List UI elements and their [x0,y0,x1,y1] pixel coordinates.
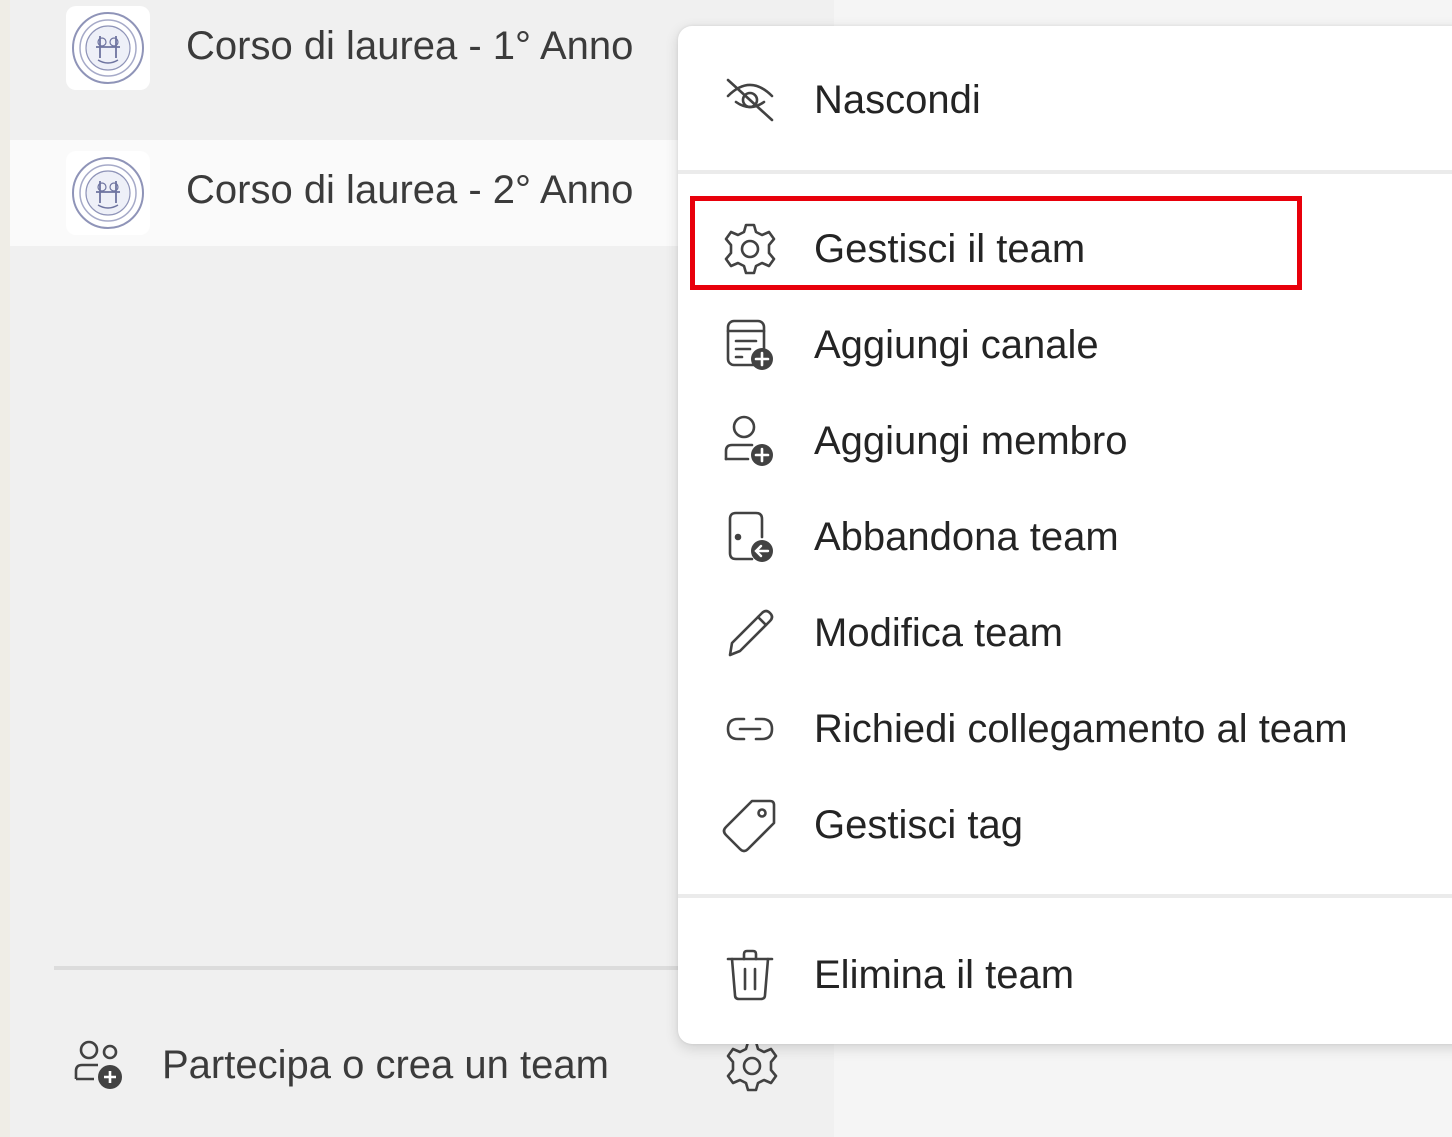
menu-item-label: Nascondi [814,77,981,122]
university-seal-icon [66,6,150,90]
menu-item-label: Abbandona team [814,514,1119,559]
menu-item-label: Richiedi collegamento al team [814,706,1348,751]
trash-icon [720,945,780,1005]
menu-item-leave-team[interactable]: Abbandona team [678,489,1452,585]
menu-item-label: Aggiungi canale [814,322,1099,367]
menu-item-manage-team[interactable]: Gestisci il team [678,201,1452,297]
menu-item-get-team-link[interactable]: Richiedi collegamento al team [678,681,1452,777]
menu-item-hide[interactable]: Nascondi [678,52,1452,148]
menu-item-label: Gestisci il team [814,226,1086,271]
menu-item-manage-tags[interactable]: Gestisci tag [678,777,1452,873]
menu-item-label: Gestisci tag [814,802,1023,847]
menu-item-add-member[interactable]: Aggiungi membro [678,393,1452,489]
door-leave-icon [720,507,780,567]
team-name: Corso di laurea - 1° Anno [186,24,634,68]
sidebar-divider [54,966,694,970]
person-add-icon [720,411,780,471]
menu-item-label: Aggiungi membro [814,418,1128,463]
team-name: Corso di laurea - 2° Anno [186,168,634,212]
menu-item-delete-team[interactable]: Elimina il team [678,927,1452,1023]
menu-item-label: Elimina il team [814,952,1075,997]
channel-add-icon [720,315,780,375]
menu-separator [678,170,1452,174]
menu-separator [678,894,1452,898]
gear-icon[interactable] [722,1036,782,1096]
link-icon [720,699,780,759]
team-context-menu: Nascondi Gestisci il team Aggiungi canal… [678,26,1452,1044]
university-seal-icon [66,151,150,235]
menu-item-label: Modifica team [814,610,1063,655]
people-add-icon [70,1035,130,1095]
menu-item-add-channel[interactable]: Aggiungi canale [678,297,1452,393]
menu-item-edit-team[interactable]: Modifica team [678,585,1452,681]
pencil-icon [720,603,780,663]
join-or-create-team-button[interactable]: Partecipa o crea un team [70,1030,609,1100]
tag-icon [720,795,780,855]
eye-off-icon [720,70,780,130]
gear-icon [720,219,780,279]
join-or-create-team-label: Partecipa o crea un team [162,1042,609,1087]
